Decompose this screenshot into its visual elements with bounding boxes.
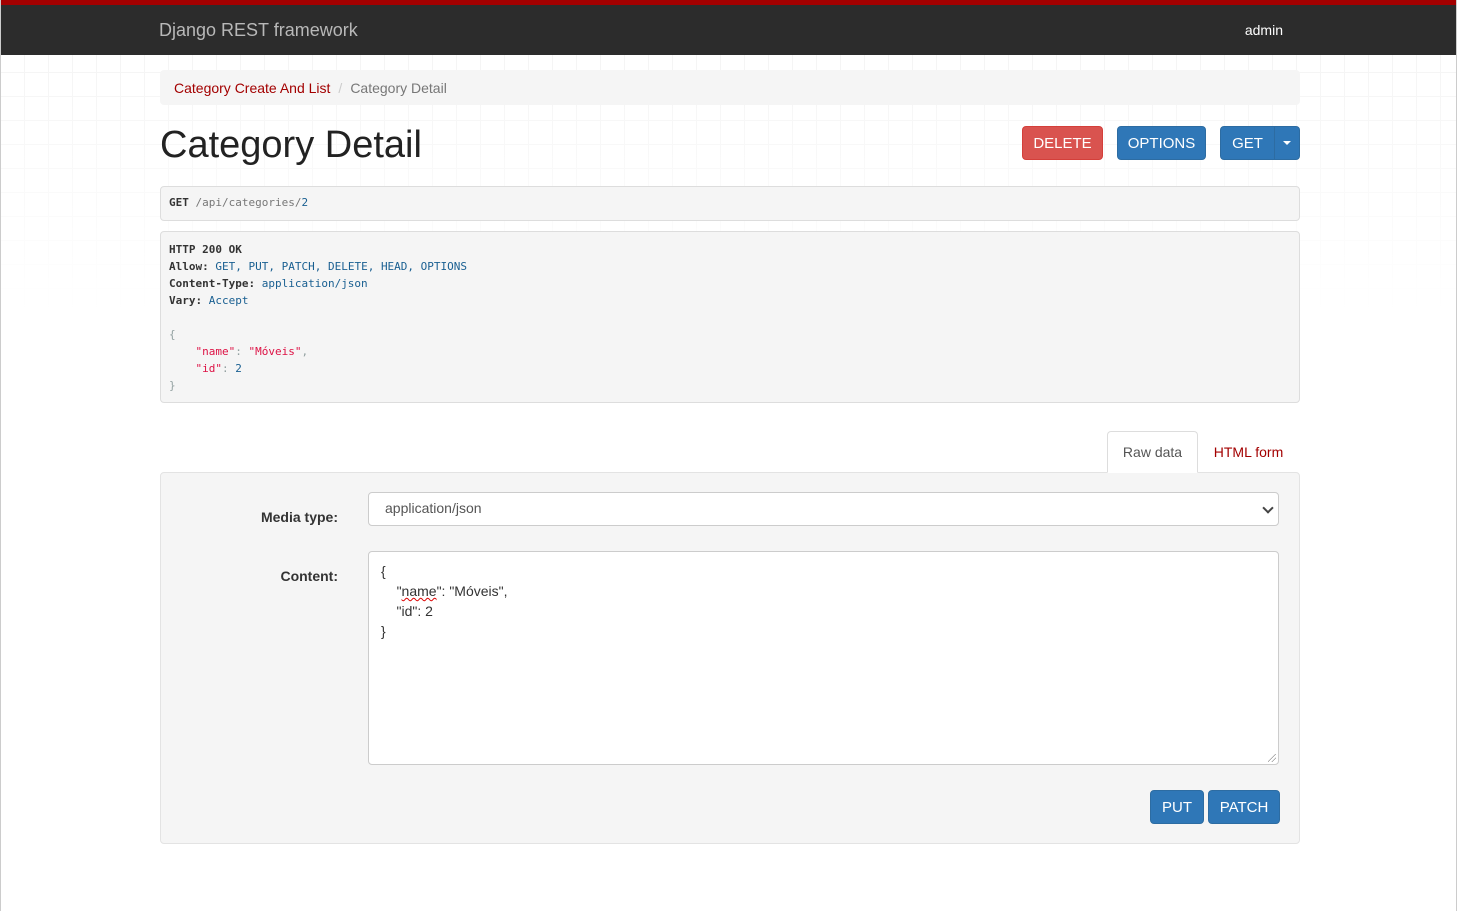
patch-button[interactable]: PATCH: [1208, 790, 1280, 824]
get-button[interactable]: GET: [1220, 126, 1275, 160]
media-type-select[interactable]: application/json: [368, 492, 1279, 526]
spellcheck-word: name: [401, 583, 437, 599]
json-value: 2: [235, 362, 242, 375]
response-header-vary: Vary: Accept: [169, 292, 1291, 309]
request-id: 2: [301, 196, 309, 209]
content-line: {: [381, 563, 386, 579]
chevron-down-icon: [1262, 502, 1274, 514]
breadcrumb-link-category-list[interactable]: Category Create And List: [174, 80, 330, 96]
delete-button[interactable]: DELETE: [1022, 126, 1103, 160]
json-id-line: "id": 2: [195, 362, 242, 375]
navbar-brand[interactable]: Django REST framework: [159, 20, 358, 41]
header-name: Content-Type:: [169, 277, 256, 290]
response-status: HTTP 200 OK: [169, 243, 242, 256]
content-text: ": "Móveis",: [436, 583, 508, 599]
options-button[interactable]: OPTIONS: [1117, 126, 1206, 160]
request-path: /api/categories/: [195, 196, 302, 209]
json-name-line: "name": "Móveis",: [195, 345, 309, 358]
header-name: Vary:: [169, 294, 203, 307]
breadcrumb-current: Category Detail: [350, 80, 447, 96]
media-type-value: application/json: [385, 500, 482, 516]
header-value: application/json: [261, 277, 368, 290]
navbar: Django REST framework admin: [1, 0, 1456, 55]
put-button[interactable]: PUT: [1150, 790, 1204, 824]
json-key: "id": [195, 362, 223, 375]
breadcrumb: Category Create And List / Category Detail: [160, 70, 1300, 105]
request-method: GET: [169, 196, 189, 209]
json-close-brace: }: [169, 379, 176, 392]
json-key: "name": [195, 345, 236, 358]
header-name: Allow:: [169, 260, 209, 273]
user-menu[interactable]: admin: [1245, 22, 1283, 38]
breadcrumb-separator: /: [338, 80, 343, 96]
request-info: GET /api/categories/2: [160, 186, 1300, 221]
content-textarea[interactable]: { "name": "Móveis", "id": 2 }: [368, 551, 1279, 765]
content-line: }: [381, 623, 386, 639]
content-line: "name": "Móveis",: [381, 581, 1266, 601]
response-header-content-type: Content-Type: application/json: [169, 275, 1291, 292]
content-line: "id": 2: [381, 603, 433, 619]
page-title: Category Detail: [160, 124, 422, 166]
content-label: Content:: [280, 568, 338, 584]
header-value: GET, PUT, PATCH, DELETE, HEAD, OPTIONS: [215, 260, 468, 273]
json-open-brace: {: [169, 328, 176, 341]
tab-html-form[interactable]: HTML form: [1201, 431, 1296, 473]
media-type-label: Media type:: [260, 509, 338, 525]
caret-down-icon: [1283, 141, 1291, 145]
header-value: Accept: [208, 294, 249, 307]
response-info: HTTP 200 OK Allow: GET, PUT, PATCH, DELE…: [160, 231, 1300, 403]
response-header-allow: Allow: GET, PUT, PATCH, DELETE, HEAD, OP…: [169, 258, 1291, 275]
get-format-dropdown-toggle[interactable]: [1274, 126, 1300, 160]
json-value: "Móveis": [248, 345, 302, 358]
tab-raw-data[interactable]: Raw data: [1107, 431, 1198, 473]
resize-handle-icon[interactable]: [1268, 754, 1276, 762]
